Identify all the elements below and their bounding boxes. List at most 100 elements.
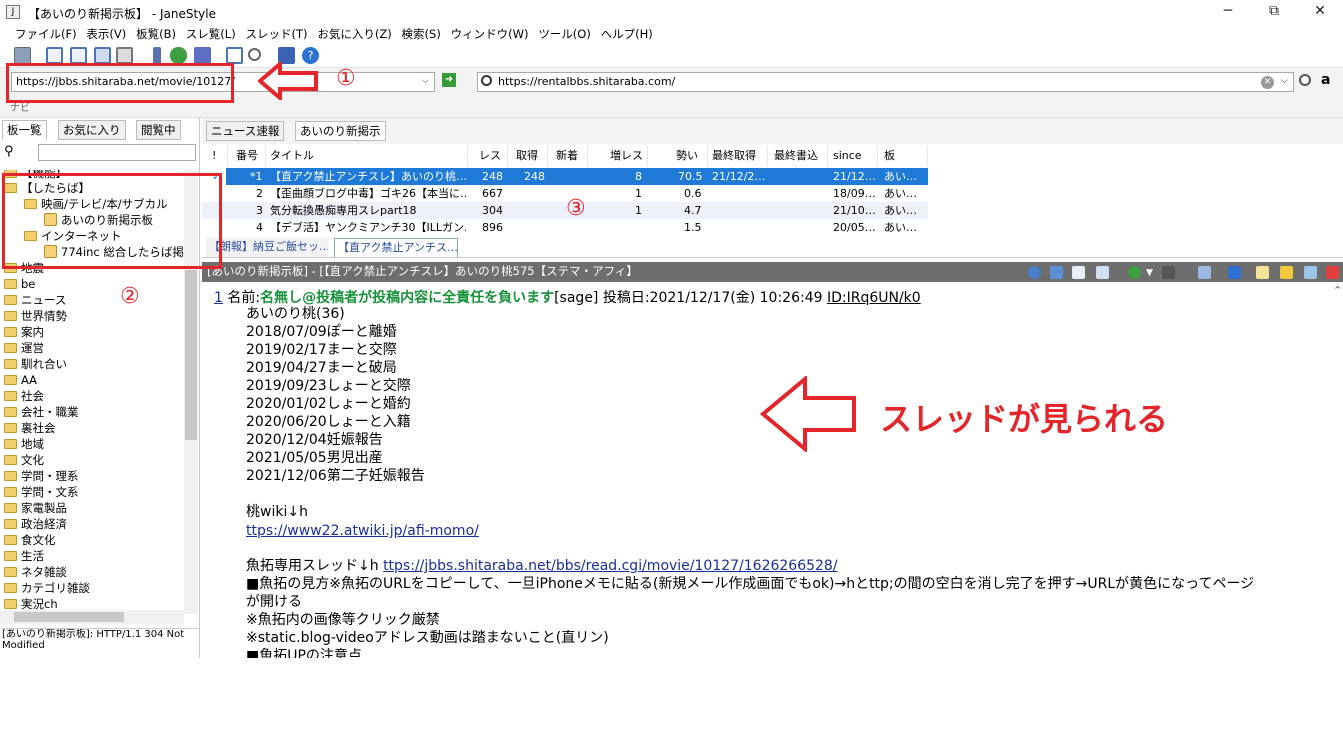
newsroom-icon[interactable] bbox=[14, 47, 31, 64]
search-input[interactable]: https://rentalbbs.shitaraba.com/ bbox=[477, 72, 1294, 92]
menu-board[interactable]: 板覧(B) bbox=[133, 24, 179, 41]
close-icon[interactable] bbox=[1326, 266, 1339, 279]
menu-view[interactable]: 表示(V) bbox=[83, 24, 129, 41]
table-row[interactable]: 3 気分転換愚痴専用スレpart18 304 1 4.7 21/10… あい… bbox=[202, 202, 928, 219]
tree-item[interactable]: 生活 bbox=[4, 548, 44, 564]
close-button[interactable]: ✕ bbox=[1297, 0, 1343, 24]
col-inc[interactable]: 増レス bbox=[588, 146, 648, 166]
refresh-icon[interactable] bbox=[170, 47, 187, 64]
menu-file[interactable]: ファイル(F) bbox=[12, 24, 80, 41]
clear-icon[interactable]: ✕ bbox=[1261, 76, 1274, 89]
pane-split-icon[interactable] bbox=[70, 47, 87, 64]
minimize-button[interactable]: ─ bbox=[1205, 0, 1251, 24]
menu-thread[interactable]: スレッド(T) bbox=[243, 24, 311, 41]
tree-item[interactable]: 裏社会 bbox=[4, 420, 56, 436]
scrollbar-thumb[interactable] bbox=[14, 612, 124, 622]
tree-item[interactable]: 社会 bbox=[4, 388, 44, 404]
reload-icon[interactable] bbox=[1128, 266, 1141, 279]
tree-item[interactable]: 会社・職業 bbox=[4, 404, 79, 420]
col-got[interactable]: 取得 bbox=[508, 146, 548, 166]
tree-item[interactable]: 馴れ合い bbox=[4, 356, 67, 372]
col-last-got[interactable]: 最終取得 bbox=[708, 146, 768, 166]
tree-item[interactable]: ネタ雑談 bbox=[4, 564, 67, 580]
window-icon[interactable] bbox=[226, 47, 243, 64]
pane-single-icon[interactable] bbox=[46, 47, 63, 64]
tab-thread-current[interactable]: 【直アク禁止アンチス… bbox=[334, 238, 458, 257]
tree-item[interactable]: 学問・文系 bbox=[4, 484, 79, 500]
clock-icon[interactable] bbox=[1028, 266, 1041, 279]
col-title[interactable]: タイトル bbox=[266, 146, 468, 166]
search-icon[interactable] bbox=[248, 48, 261, 61]
tree-item[interactable]: 運営 bbox=[4, 340, 44, 356]
search-icon[interactable] bbox=[1299, 74, 1311, 86]
col-number[interactable]: 番号 bbox=[228, 146, 266, 166]
next-icon[interactable] bbox=[1228, 266, 1241, 279]
collapse-icon[interactable]: ⌃ bbox=[1333, 284, 1342, 297]
tree-item[interactable]: カテゴリ雑談 bbox=[4, 580, 90, 596]
folder-icon bbox=[4, 407, 17, 417]
tree-item[interactable]: 地域 bbox=[4, 436, 44, 452]
tab-favorites[interactable]: お気に入り bbox=[58, 120, 126, 140]
col-res[interactable]: レス bbox=[468, 146, 508, 166]
tree-item[interactable]: 家電製品 bbox=[4, 500, 67, 516]
menu-favorites[interactable]: お気に入り(Z) bbox=[314, 24, 394, 41]
tree-item[interactable]: 食文化 bbox=[4, 532, 56, 548]
col-since[interactable]: since bbox=[828, 146, 878, 166]
horizontal-scrollbar[interactable] bbox=[0, 610, 184, 624]
pen-icon[interactable] bbox=[153, 47, 161, 64]
board-filter-input[interactable] bbox=[38, 144, 196, 161]
save-log-icon[interactable] bbox=[1096, 266, 1109, 279]
tree-item[interactable]: ニュース bbox=[4, 292, 66, 308]
pane-hsplit-icon[interactable] bbox=[116, 47, 133, 64]
pen-icon[interactable] bbox=[1198, 266, 1211, 279]
menu-help[interactable]: ヘルプ(H) bbox=[598, 24, 656, 41]
tab-news[interactable]: ニュース速報 bbox=[206, 121, 285, 141]
stop-icon[interactable] bbox=[1162, 266, 1175, 279]
save-icon[interactable] bbox=[194, 47, 211, 64]
sync-icon[interactable] bbox=[1304, 266, 1317, 279]
post-number[interactable]: 1 bbox=[214, 290, 223, 306]
tree-item[interactable]: 案内 bbox=[4, 324, 44, 340]
tab-browsing[interactable]: 閲覧中 bbox=[136, 120, 181, 140]
tree-item[interactable]: 学問・理系 bbox=[4, 468, 79, 484]
gyotaku-link[interactable]: ttps://jbbs.shitaraba.net/bbs/read.cgi/m… bbox=[383, 558, 838, 574]
menu-window[interactable]: ウィンドウ(W) bbox=[448, 24, 532, 41]
table-row[interactable]: ✓ *1 【直アク禁止アンチスレ】あいのり桃… 248 248 8 70.5 2… bbox=[202, 168, 928, 185]
star-icon[interactable] bbox=[1280, 266, 1293, 279]
col-board[interactable]: 板 bbox=[878, 146, 928, 166]
restore-button[interactable]: ⧉ bbox=[1251, 0, 1297, 24]
menu-search[interactable]: 検索(S) bbox=[399, 24, 444, 41]
filter-icon[interactable] bbox=[1050, 266, 1063, 279]
chevron-down-icon[interactable]: ▼ bbox=[1146, 264, 1153, 283]
table-row[interactable]: 2 【歪曲顔ブログ中毒】ゴキ26【本当に… 667 1 0.6 18/09… あ… bbox=[202, 185, 928, 202]
tab-thread-natto[interactable]: 【朗報】納豆ご飯セッ… bbox=[206, 238, 328, 257]
chevron-down-icon[interactable]: ⌵ bbox=[1281, 76, 1288, 86]
col-speed[interactable]: 勢い bbox=[648, 146, 708, 166]
document-icon[interactable] bbox=[1072, 266, 1085, 279]
pane-vsplit-icon[interactable] bbox=[94, 47, 111, 64]
search-icon[interactable]: ⚲ bbox=[4, 144, 14, 159]
table-row[interactable]: 4 【デブ活】ヤンクミアンチ30【ILLガン… 896 1.5 20/05… あ… bbox=[202, 219, 928, 232]
menu-thread-list[interactable]: スレ覧(L) bbox=[183, 24, 239, 41]
scrollbar-thumb[interactable] bbox=[185, 270, 197, 440]
wiki-link[interactable]: ttps://www22.atwiki.jp/afi-momo/ bbox=[246, 523, 479, 540]
tree-item[interactable]: AA bbox=[4, 372, 37, 388]
tab-board-list[interactable]: 板一覧 bbox=[2, 120, 47, 140]
annotation-number-1: ① bbox=[336, 66, 356, 91]
tree-item[interactable]: be bbox=[4, 276, 35, 292]
tree-item[interactable]: 世界情勢 bbox=[4, 308, 67, 324]
tree-item[interactable]: 文化 bbox=[4, 452, 44, 468]
app-icon: J bbox=[6, 5, 20, 19]
poster-id[interactable]: ID:IRq6UN/k0 bbox=[827, 290, 921, 306]
col-last-write[interactable]: 最終書込 bbox=[768, 146, 828, 166]
tree-item[interactable]: 政治経済 bbox=[4, 516, 67, 532]
menu-tools[interactable]: ツール(O) bbox=[535, 24, 594, 41]
amazon-icon[interactable]: a bbox=[1321, 72, 1330, 88]
folder-icon bbox=[4, 391, 17, 401]
col-new[interactable]: 新着 bbox=[548, 146, 588, 166]
memo-icon[interactable] bbox=[1256, 266, 1269, 279]
chevron-down-icon[interactable]: ⌵ bbox=[422, 76, 429, 86]
col-mark[interactable]: ! bbox=[206, 146, 228, 166]
tab-ainori[interactable]: あいのり新掲示 bbox=[295, 121, 386, 141]
go-button[interactable]: ➜ bbox=[442, 73, 456, 87]
